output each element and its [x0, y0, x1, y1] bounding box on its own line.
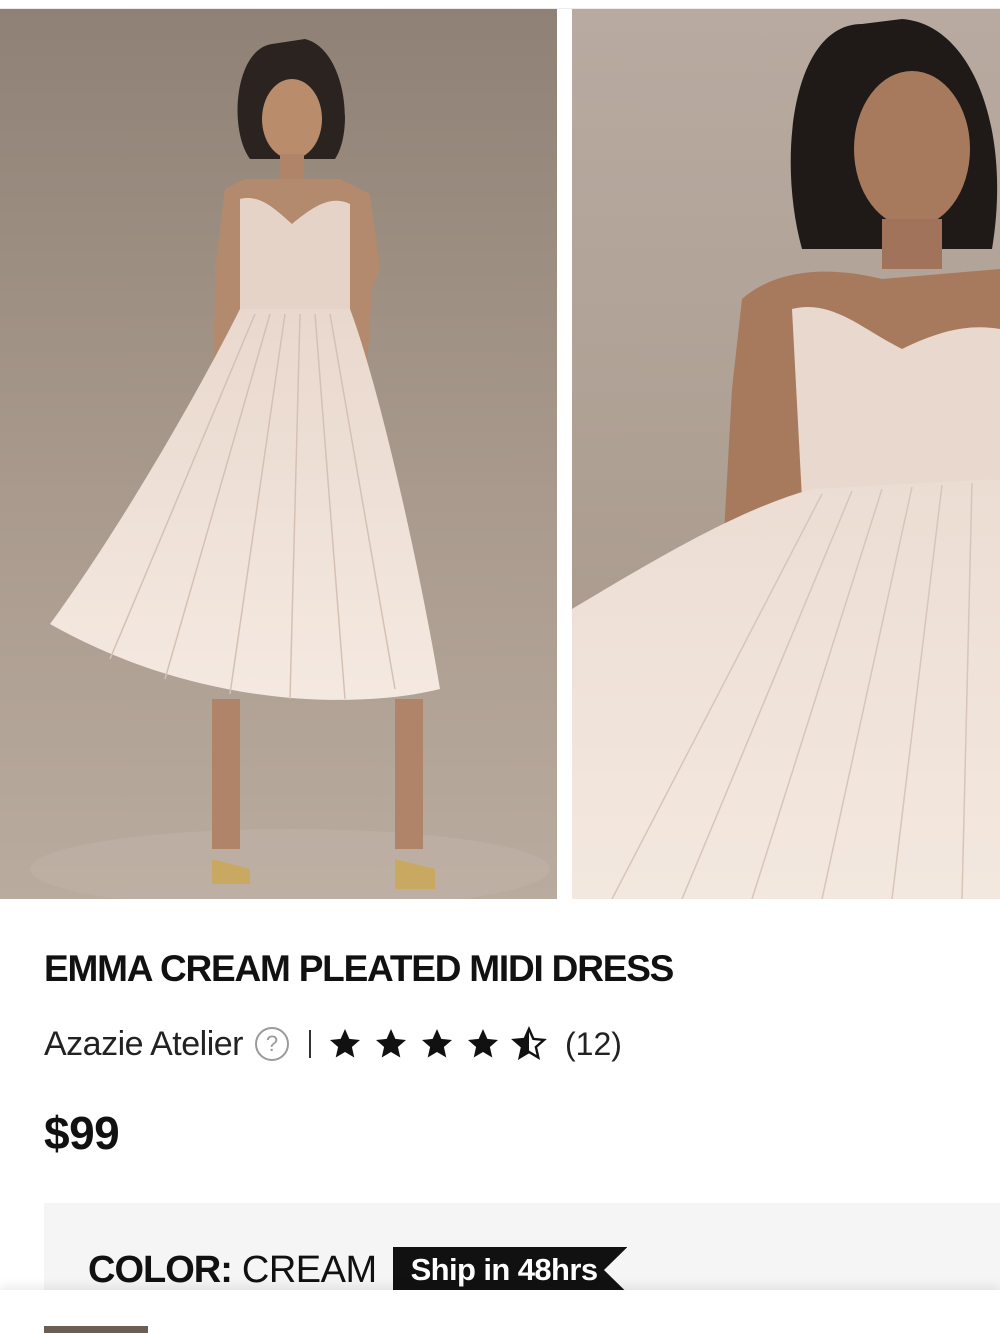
star-full-icon — [468, 1029, 498, 1058]
top-divider — [0, 0, 1000, 9]
selected-color: CREAM — [241, 1248, 377, 1291]
bottom-bar — [0, 1290, 1000, 1333]
star-full-icon — [422, 1029, 452, 1058]
star-rating[interactable] — [327, 1026, 547, 1062]
color-swatch-thumbnail[interactable] — [44, 1326, 148, 1333]
product-price: $99 — [44, 1107, 120, 1159]
color-label: COLOR: — [88, 1248, 233, 1291]
star-full-icon — [330, 1029, 360, 1058]
review-count[interactable]: (12) — [565, 1026, 622, 1063]
divider — [309, 1030, 311, 1058]
star-half-icon — [511, 1026, 547, 1060]
brand-rating-row: Azazie Atelier ? (12) — [44, 1020, 622, 1068]
color-row: COLOR: CREAM Ship in 48hrs — [88, 1247, 628, 1293]
ship-badge: Ship in 48hrs — [392, 1247, 628, 1293]
product-image-close-up[interactable] — [572, 9, 1000, 899]
product-image-full-length[interactable] — [0, 9, 557, 899]
question-circle-icon[interactable]: ? — [255, 1027, 289, 1061]
brand-name[interactable]: Azazie Atelier — [44, 1025, 244, 1064]
product-title: EMMA CREAM PLEATED MIDI DRESS — [44, 948, 674, 989]
star-full-icon — [376, 1029, 406, 1058]
image-gallery[interactable] — [0, 9, 1000, 899]
